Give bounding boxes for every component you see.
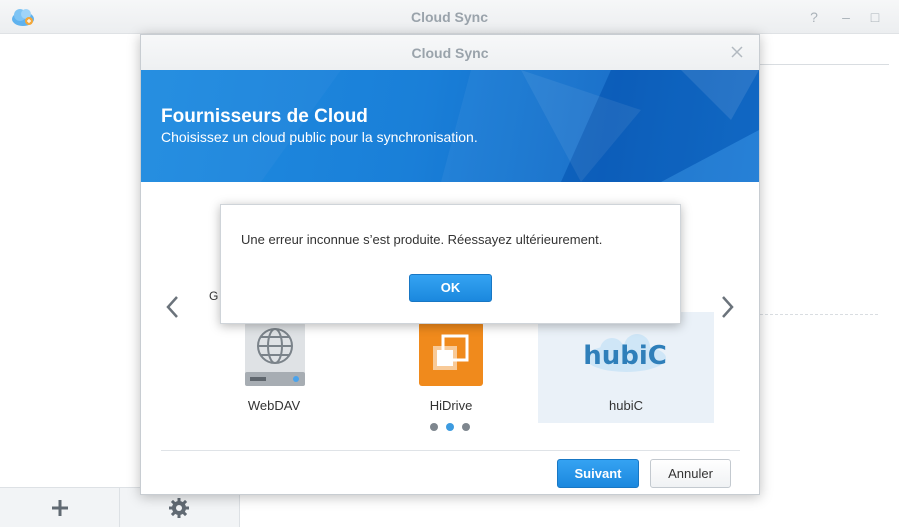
banner-subtitle: Choisissez un cloud public pour la synch… [161, 129, 478, 145]
hubic-logo-icon: hubiC [582, 332, 668, 376]
app-title: Cloud Sync [410, 9, 488, 25]
provider-label: WebDAV [247, 398, 301, 413]
help-icon[interactable]: ? [805, 8, 823, 26]
cancel-button[interactable]: Annuler [650, 459, 731, 488]
chevron-left-icon[interactable] [163, 293, 183, 321]
error-message: Une erreur inconnue s’est produite. Rées… [241, 232, 603, 247]
provider-label: hubiC [609, 398, 643, 413]
close-icon[interactable] [729, 44, 745, 60]
chevron-right-icon[interactable] [717, 293, 737, 321]
app-titlebar: Cloud Sync ? – □ [0, 0, 899, 34]
footer-divider [161, 450, 740, 451]
minimize-icon[interactable]: – [837, 8, 855, 26]
provider-hubic[interactable]: hubiC hubiC [538, 312, 714, 423]
page-dot[interactable] [430, 423, 438, 431]
ok-button[interactable]: OK [409, 274, 492, 302]
plus-icon[interactable] [45, 496, 75, 520]
toolbar-divider [119, 488, 120, 527]
hidrive-icon [419, 322, 483, 386]
webdav-globe-icon [244, 322, 306, 388]
wizard-titlebar: Cloud Sync [141, 35, 759, 70]
gear-icon[interactable] [167, 496, 191, 520]
background-tab-divider [760, 64, 889, 65]
banner-title: Fournisseurs de Cloud [161, 106, 368, 127]
provider-hidrive[interactable]: HiDrive [363, 312, 539, 423]
svg-text:hubiC: hubiC [583, 341, 667, 371]
background-dashed-divider [760, 314, 878, 315]
page-dot-active[interactable] [446, 423, 454, 431]
provider-group-label: G [209, 289, 219, 303]
next-button[interactable]: Suivant [557, 459, 639, 488]
error-dialog: Une erreur inconnue s’est produite. Rées… [220, 204, 681, 324]
provider-label: HiDrive [429, 398, 473, 413]
wizard-title: Cloud Sync [411, 45, 489, 61]
page-indicator [430, 423, 474, 433]
provider-webdav[interactable]: WebDAV [186, 312, 362, 423]
wizard-banner: Fournisseurs de Cloud Choisissez un clou… [141, 70, 759, 182]
page-dot[interactable] [462, 423, 470, 431]
maximize-icon[interactable]: □ [866, 8, 884, 26]
